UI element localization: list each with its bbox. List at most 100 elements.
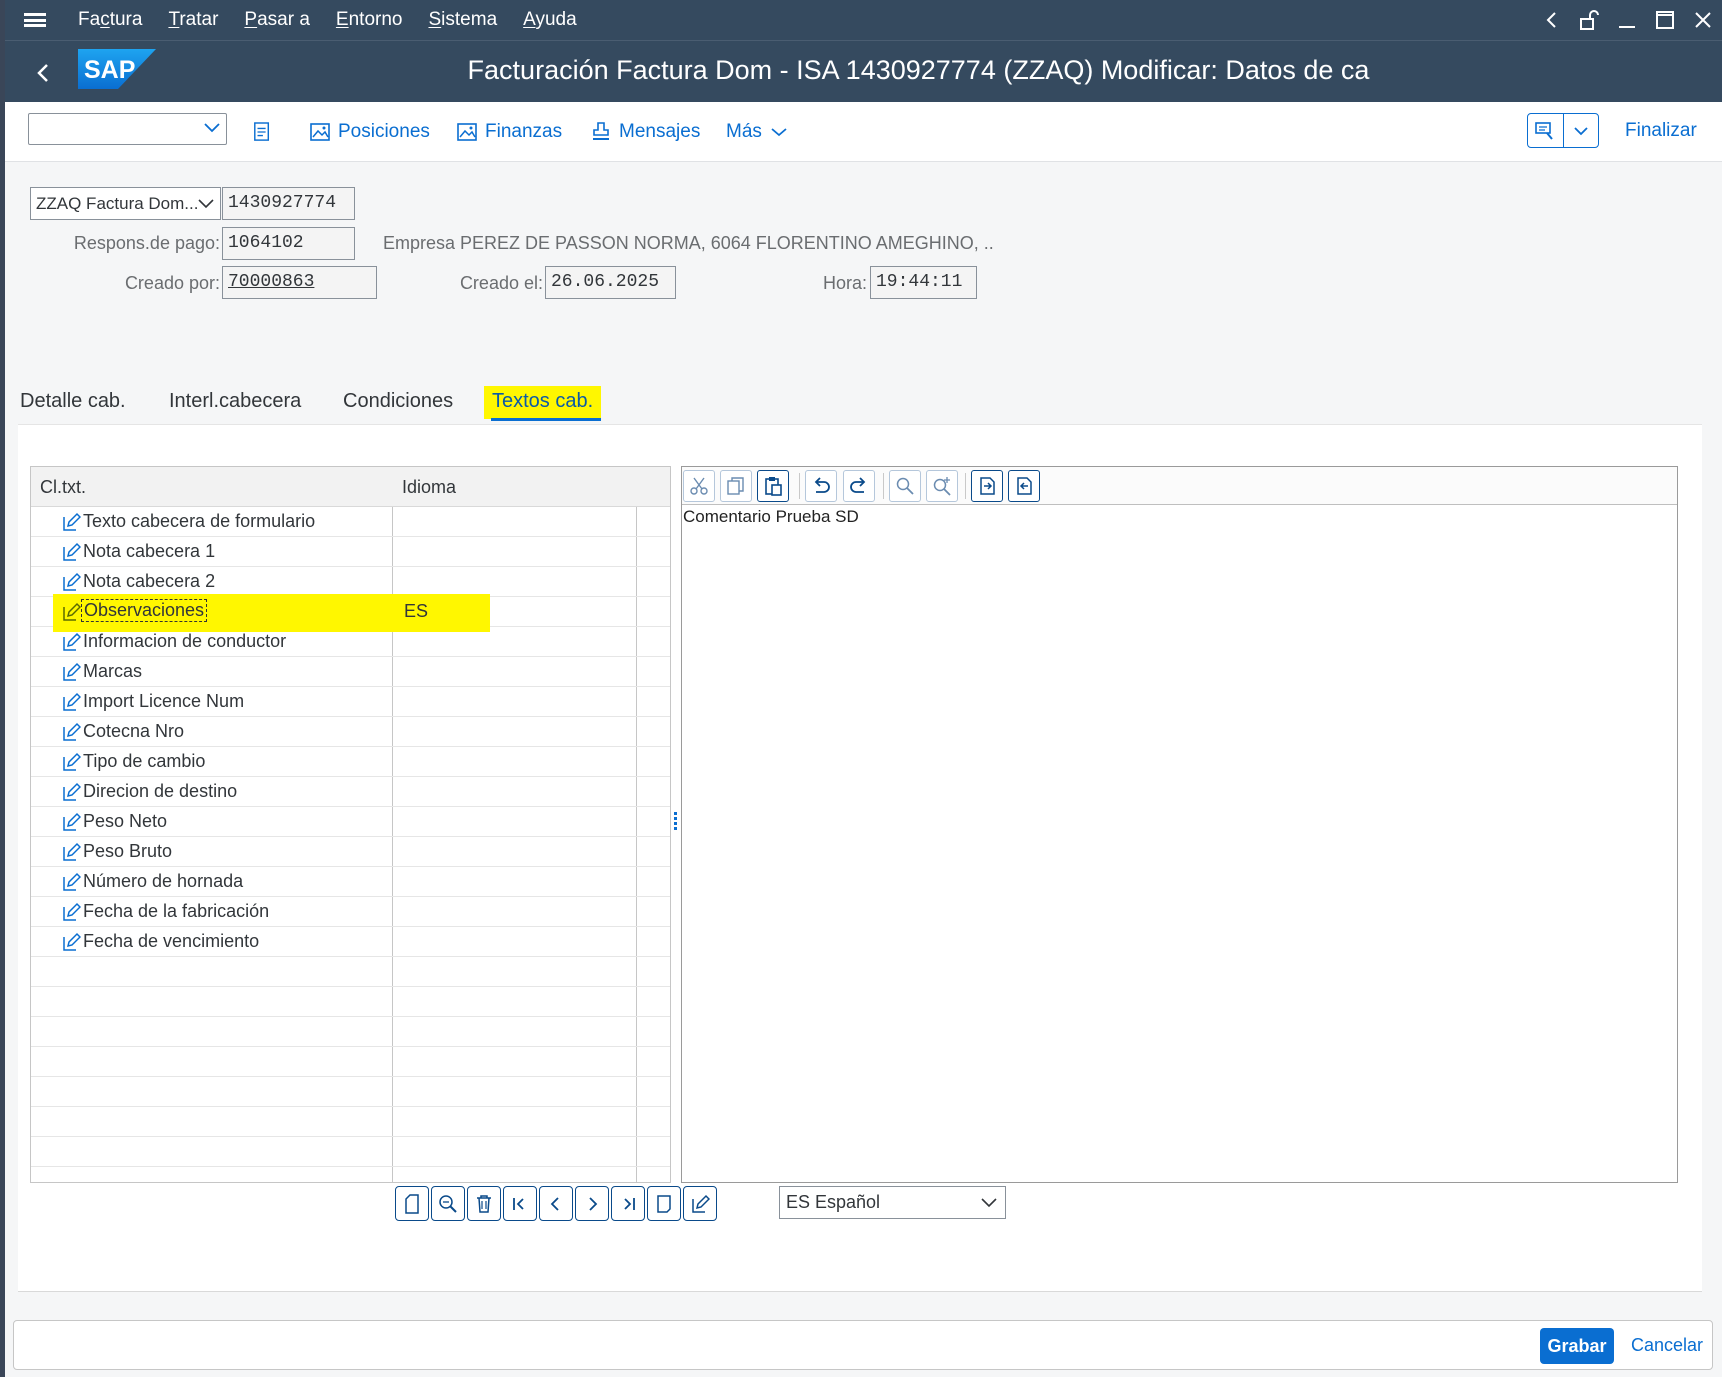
edit-text-icon[interactable] [61, 932, 82, 957]
display-text-button[interactable] [431, 1186, 465, 1221]
finanzas-button[interactable]: Finanzas [457, 116, 562, 148]
unlock-icon[interactable] [1570, 9, 1608, 31]
tab-detalle-cab[interactable]: Detalle cab. [20, 390, 126, 413]
cancel-button[interactable]: Cancelar [1631, 1335, 1703, 1356]
create-text-button[interactable] [395, 1186, 429, 1221]
page-format-button[interactable] [647, 1186, 681, 1221]
table-row[interactable]: Cotecna Nro [31, 717, 670, 747]
back-arrow-icon [37, 64, 48, 82]
find-button[interactable] [889, 470, 921, 502]
tab-condiciones[interactable]: Condiciones [343, 390, 453, 413]
undo-button[interactable] [805, 470, 837, 502]
empty-table-row [31, 1107, 670, 1137]
table-row[interactable]: Peso Neto [31, 807, 670, 837]
menu-factura[interactable]: Factura [65, 9, 155, 31]
menu-pasar-a[interactable]: Pasar a [231, 9, 323, 31]
save-button[interactable]: Grabar [1540, 1328, 1614, 1364]
close-icon[interactable] [1684, 10, 1722, 30]
table-row[interactable]: Nota cabecera 1 [31, 537, 670, 567]
text-type-label: Informacion de conductor [83, 631, 287, 651]
edit-text-icon[interactable] [61, 872, 82, 897]
edit-text-icon[interactable] [61, 782, 82, 807]
created-on-field[interactable]: 26.06.2025 [545, 266, 676, 299]
edit-text-icon[interactable] [61, 722, 82, 747]
column-header-language[interactable]: Idioma [402, 477, 456, 498]
document-number-field[interactable]: 1430927774 [222, 187, 355, 220]
menu-entorno[interactable]: Entorno [323, 9, 416, 31]
text-type-label: Direcion de destino [83, 781, 238, 801]
edit-text-button[interactable] [683, 1186, 717, 1221]
paste-button[interactable] [757, 470, 789, 502]
chevron-left-icon[interactable] [1532, 11, 1570, 29]
first-page-button[interactable] [503, 1186, 537, 1221]
cut-button[interactable] [683, 470, 715, 502]
edit-text-icon[interactable] [61, 752, 82, 777]
export-text-button[interactable] [1008, 470, 1040, 502]
menu-sistema[interactable]: Sistema [415, 9, 510, 31]
editor-textarea[interactable]: Comentario Prueba SD [682, 505, 1677, 529]
image-icon [310, 123, 330, 141]
menu-tratar[interactable]: Tratar [155, 9, 231, 31]
edit-text-icon[interactable] [61, 542, 82, 567]
scissors-icon [690, 477, 708, 495]
edit-text-icon[interactable] [61, 602, 82, 627]
import-text-button[interactable] [971, 470, 1003, 502]
menu-hamburger-icon[interactable] [5, 11, 65, 30]
document-type-select[interactable]: ZZAQ Factura Dom... [30, 187, 221, 220]
find-next-button[interactable] [926, 470, 958, 502]
delete-text-button[interactable] [467, 1186, 501, 1221]
edit-text-icon[interactable] [61, 692, 82, 717]
table-row[interactable]: Direcion de destino [31, 777, 670, 807]
table-row[interactable]: Import Licence Num [31, 687, 670, 717]
column-header-text-type[interactable]: Cl.txt. [40, 477, 86, 498]
payer-field[interactable]: 1064102 [222, 227, 355, 260]
redo-button[interactable] [843, 470, 875, 502]
menu-ayuda[interactable]: Ayuda [510, 9, 590, 31]
table-row[interactable]: Informacion de conductor [31, 627, 670, 657]
table-row[interactable]: Peso Bruto [31, 837, 670, 867]
splitter-handle[interactable] [674, 812, 678, 834]
back-button[interactable] [27, 55, 63, 91]
edit-text-icon[interactable] [61, 662, 82, 687]
time-field[interactable]: 19:44:11 [870, 266, 977, 299]
tab-textos-cab[interactable]: Textos cab. [484, 386, 602, 419]
command-field-select[interactable] [28, 113, 227, 145]
search-icon [896, 477, 914, 495]
text-type-label: Import Licence Num [83, 691, 245, 711]
table-row[interactable]: Observaciones ES [31, 594, 670, 632]
created-by-label: Creado por: [124, 273, 220, 293]
edit-text-icon[interactable] [61, 902, 82, 927]
table-row[interactable]: Tipo de cambio [31, 747, 670, 777]
edit-text-icon[interactable] [61, 842, 82, 867]
gui-options-dropdown[interactable] [1562, 114, 1598, 147]
table-row[interactable]: Nota cabecera 2 [31, 567, 670, 597]
table-row[interactable]: Fecha de la fabricación [31, 897, 670, 927]
table-row[interactable]: Texto cabecera de formulario [31, 507, 670, 537]
next-page-button[interactable] [575, 1186, 609, 1221]
table-row[interactable]: Marcas [31, 657, 670, 687]
edit-text-icon[interactable] [61, 632, 82, 657]
toolbar: Posiciones Finanzas Mensajes Más Finaliz… [5, 102, 1722, 162]
tab-interl-cabecera[interactable]: Interl.cabecera [169, 390, 301, 413]
table-row[interactable]: Fecha de vencimiento [31, 927, 670, 957]
maximize-icon[interactable] [1646, 10, 1684, 30]
title-bar: SAP Facturación Factura Dom - ISA 143092… [5, 40, 1722, 102]
chevron-down-icon [981, 1198, 997, 1208]
document-flow-button[interactable] [253, 116, 279, 148]
language-select[interactable]: ES Español [779, 1186, 1006, 1219]
gui-options-button[interactable] [1528, 114, 1563, 147]
minimize-icon[interactable] [1608, 10, 1646, 30]
created-by-field[interactable]: 70000863 [222, 266, 377, 299]
finalizar-button[interactable]: Finalizar [1625, 120, 1697, 142]
new-document-icon [405, 1193, 419, 1214]
copy-button[interactable] [720, 470, 752, 502]
previous-page-button[interactable] [539, 1186, 573, 1221]
mas-menu-button[interactable]: Más [726, 116, 788, 148]
mensajes-button[interactable]: Mensajes [591, 116, 700, 148]
table-row[interactable]: Número de hornada [31, 867, 670, 897]
posiciones-button[interactable]: Posiciones [310, 116, 430, 148]
gui-options-group [1527, 113, 1599, 148]
last-page-button[interactable] [611, 1186, 645, 1221]
edit-text-icon[interactable] [61, 812, 82, 837]
edit-text-icon[interactable] [61, 512, 82, 537]
